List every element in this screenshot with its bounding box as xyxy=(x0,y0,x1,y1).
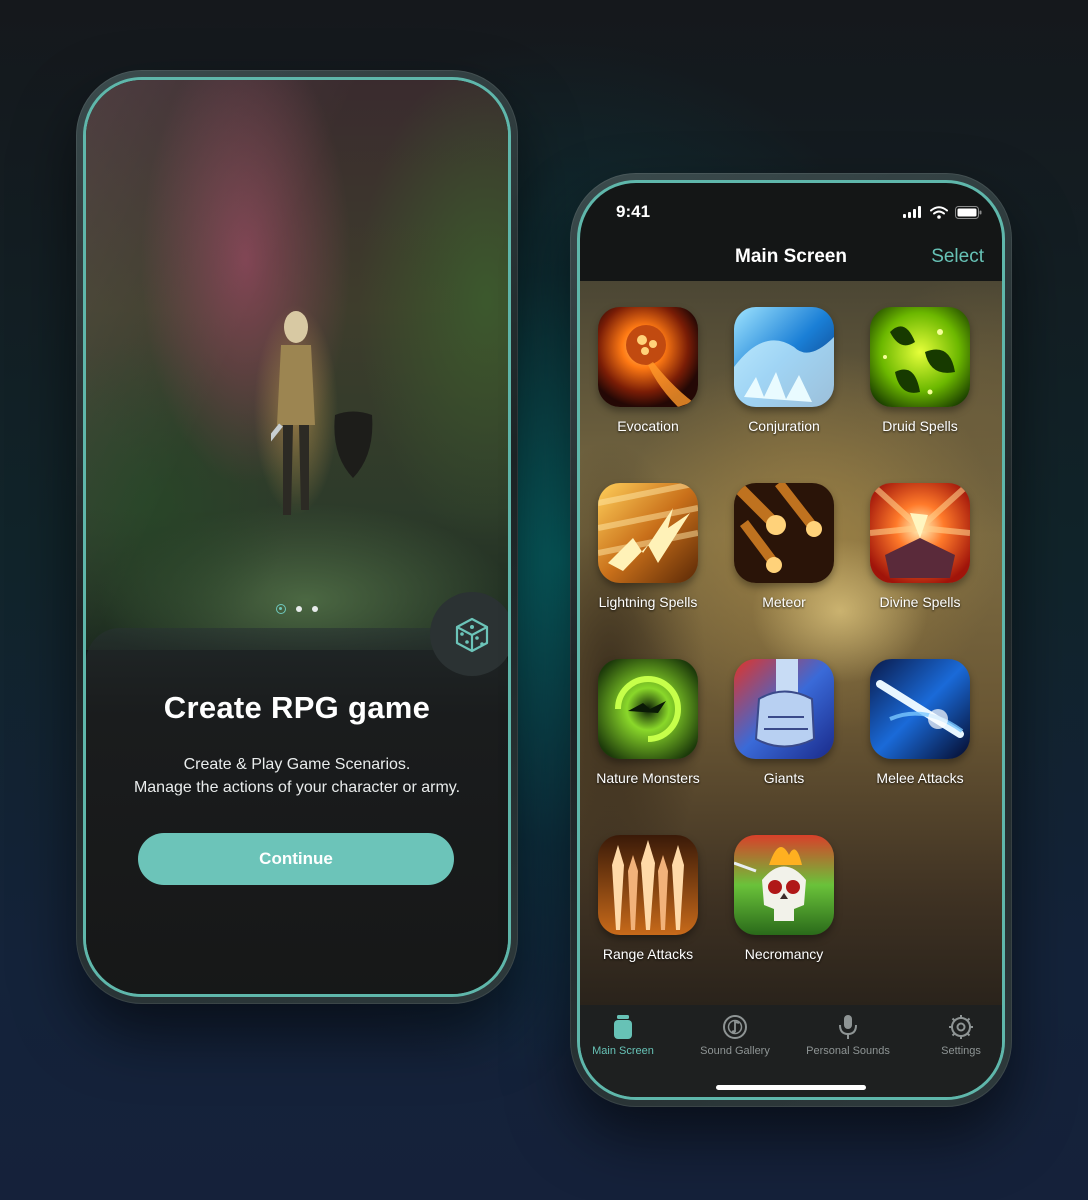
bottom-sheet xyxy=(86,628,508,994)
leaves-icon[interactable] xyxy=(870,307,970,407)
meteor-icon[interactable] xyxy=(734,483,834,583)
lightning-icon[interactable] xyxy=(598,483,698,583)
tab-label: Main Screen xyxy=(592,1045,654,1057)
tab-main-screen[interactable]: Main Screen xyxy=(580,1014,678,1057)
category-giants[interactable]: Giants xyxy=(734,659,834,786)
tab-label: Settings xyxy=(941,1045,981,1057)
hero-illustration xyxy=(86,80,508,650)
microphone-icon xyxy=(839,1015,857,1039)
category-label: Druid Spells xyxy=(882,418,958,434)
warrior-figure xyxy=(271,311,315,515)
category-label: Range Attacks xyxy=(602,946,694,962)
onboarding-phone: Create RPG game Create & Play Game Scena… xyxy=(76,70,518,1004)
divine-burst-icon[interactable] xyxy=(870,483,970,583)
shield-shape xyxy=(334,411,373,478)
category-label: Necromancy xyxy=(744,946,824,962)
page-dot[interactable] xyxy=(296,606,302,612)
vortex-icon[interactable] xyxy=(598,659,698,759)
category-evocation[interactable]: Evocation xyxy=(598,307,698,434)
tab-personal-sounds[interactable]: Personal Sounds xyxy=(793,1014,903,1057)
arrows-icon[interactable] xyxy=(598,835,698,935)
tab-settings[interactable]: Settings xyxy=(906,1014,1002,1057)
category-label: Lightning Spells xyxy=(598,594,698,610)
status-time: 9:41 xyxy=(616,202,651,221)
navigation-bar: Main Screen Select xyxy=(580,233,1002,281)
category-meteor[interactable]: Meteor xyxy=(734,483,834,610)
dice-icon xyxy=(455,617,489,653)
jar-icon xyxy=(614,1015,632,1039)
fireball-icon[interactable] xyxy=(598,307,698,407)
category-label: Meteor xyxy=(762,594,806,610)
ice-wave-icon[interactable] xyxy=(734,307,834,407)
dice-badge xyxy=(430,592,508,676)
tab-label: Sound Gallery xyxy=(700,1045,770,1057)
skull-icon[interactable] xyxy=(734,835,834,935)
home-indicator xyxy=(716,1085,866,1090)
page-dot[interactable] xyxy=(312,606,318,612)
signal-icon xyxy=(903,206,921,218)
select-button[interactable]: Select xyxy=(931,246,984,268)
status-icons xyxy=(903,205,982,219)
main-screen: 9:41 Main Screen Select Evocation Conjur… xyxy=(577,180,1005,1100)
onboarding-subtitle-line2: Manage the actions of your character or … xyxy=(133,779,461,796)
category-label: Conjuration xyxy=(748,418,820,434)
onboarding-screen: Create RPG game Create & Play Game Scena… xyxy=(83,77,511,997)
category-necromancy[interactable]: Necromancy xyxy=(734,835,834,962)
category-area: Evocation Conjuration Druid Spells Light… xyxy=(580,281,1002,1077)
category-grid: Evocation Conjuration Druid Spells Light… xyxy=(596,307,998,962)
tab-sound-gallery[interactable]: Sound Gallery xyxy=(680,1014,790,1057)
continue-button[interactable]: Continue xyxy=(138,833,454,885)
tab-label: Personal Sounds xyxy=(806,1045,890,1057)
page-dot-active[interactable] xyxy=(276,604,286,614)
category-range-attacks[interactable]: Range Attacks xyxy=(598,835,698,962)
category-lightning-spells[interactable]: Lightning Spells xyxy=(598,483,698,610)
category-label: Melee Attacks xyxy=(876,770,964,786)
category-label: Divine Spells xyxy=(879,594,961,610)
category-druid-spells[interactable]: Druid Spells xyxy=(870,307,970,434)
status-bar: 9:41 xyxy=(580,183,1002,233)
gear-icon xyxy=(949,1015,973,1039)
category-melee-attacks[interactable]: Melee Attacks xyxy=(870,659,970,786)
vinyl-note-icon xyxy=(723,1015,747,1039)
onboarding-title: Create RPG game xyxy=(163,690,431,725)
category-label: Nature Monsters xyxy=(596,770,700,786)
battery-icon xyxy=(955,205,982,219)
category-label: Evocation xyxy=(617,418,679,434)
giant-fist-icon[interactable] xyxy=(734,659,834,759)
category-nature-monsters[interactable]: Nature Monsters xyxy=(596,659,700,786)
category-divine-spells[interactable]: Divine Spells xyxy=(870,483,970,610)
onboarding-subtitle-line1: Create & Play Game Scenarios. xyxy=(183,756,411,773)
wifi-icon xyxy=(930,205,948,219)
main-phone: 9:41 Main Screen Select Evocation Conjur… xyxy=(570,173,1012,1107)
category-conjuration[interactable]: Conjuration xyxy=(734,307,834,434)
category-label: Giants xyxy=(763,770,805,786)
blade-slash-icon[interactable] xyxy=(870,659,970,759)
